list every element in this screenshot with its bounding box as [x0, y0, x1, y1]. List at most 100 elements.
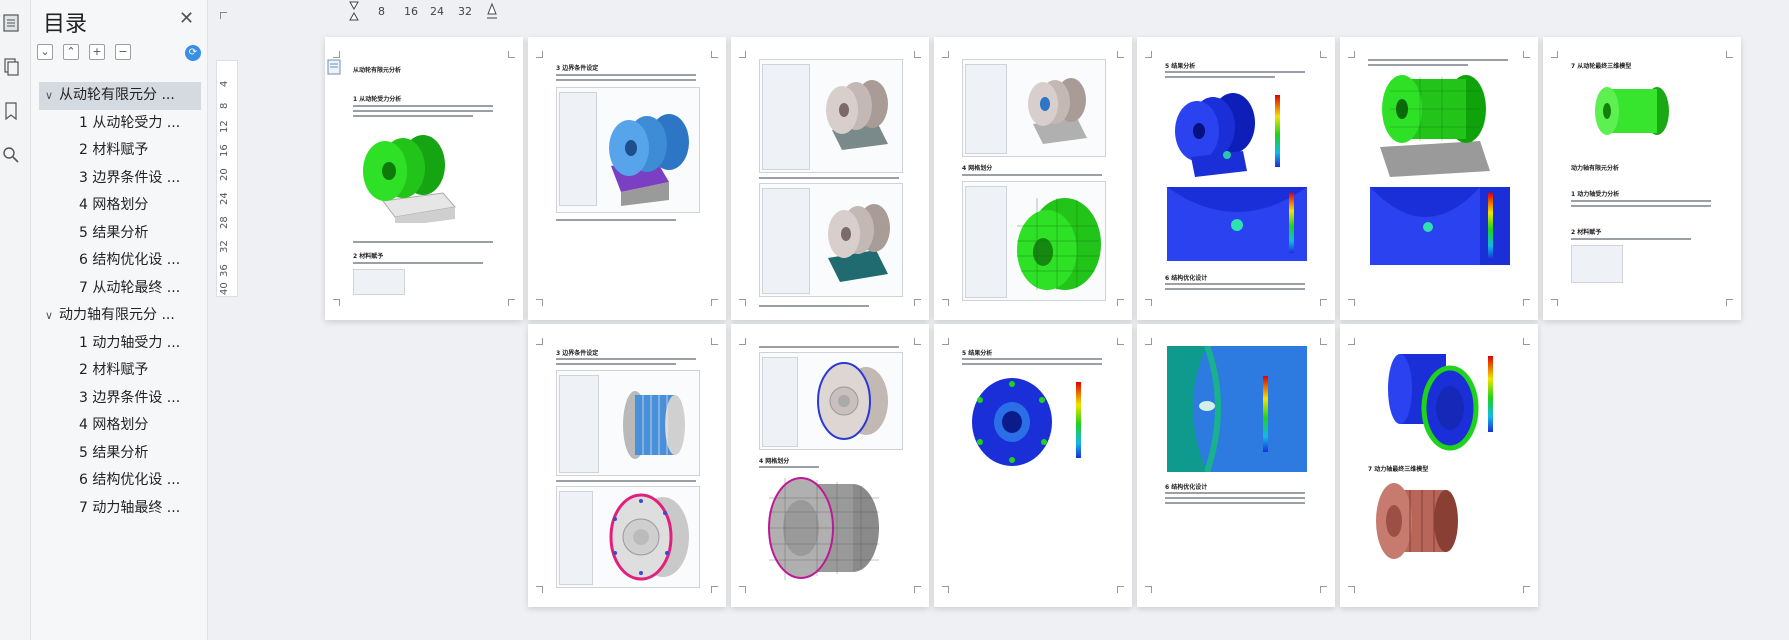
- toc-item[interactable]: 2 材料赋予: [39, 357, 201, 385]
- ruler-tick-label: 12: [219, 120, 230, 133]
- bookmark-icon[interactable]: [0, 100, 22, 122]
- chevron-down-icon[interactable]: ∨: [45, 302, 59, 330]
- toc-item-driven-wheel[interactable]: ∨ 从动轮有限元分 ...: [39, 82, 201, 110]
- page-heading: 3 边界条件设定: [556, 65, 599, 72]
- driven-wheel-final-model-image: [1595, 87, 1669, 135]
- toc-item[interactable]: 4 网格划分: [39, 412, 201, 440]
- toc-item[interactable]: 5 结果分析: [39, 220, 201, 248]
- optimized-stress-image: [1370, 187, 1510, 265]
- document-page[interactable]: 5 结果分析 6 结构优化设计: [1137, 37, 1335, 320]
- toc-title: 目录: [43, 12, 88, 37]
- section-heading: 4 网格划分: [759, 458, 790, 465]
- left-icon-rail: [0, 0, 31, 640]
- ruler-tick-label: 4: [219, 80, 230, 87]
- section-heading: 7 动力轴最终三维模型: [1368, 466, 1429, 473]
- add-heading-icon[interactable]: +: [89, 44, 105, 60]
- optimized-mesh-image: [1380, 75, 1490, 177]
- shaft-stress-detail-image: [1167, 346, 1307, 472]
- shaft-stress-result-image: [972, 378, 1081, 466]
- page-heading: 7 从动轮最终三维模型: [1571, 63, 1632, 70]
- document-page[interactable]: 7 从动轮最终三维模型 动力轴有限元分析 1 动力轴受力分析 2 材料赋予: [1543, 37, 1741, 320]
- fixture-model-image: [826, 80, 888, 150]
- ruler-tick-label: 8: [219, 102, 230, 109]
- document-page[interactable]: 3 边界条件设定: [528, 324, 726, 607]
- document-page[interactable]: [1340, 37, 1538, 320]
- document-page[interactable]: [731, 37, 929, 320]
- toc-item[interactable]: 5 结果分析: [39, 440, 201, 468]
- driven-wheel-model-image: [363, 135, 456, 223]
- toc-item[interactable]: 3 边界条件设 ...: [39, 385, 201, 413]
- toc-toolbar: ⌄ ⌃ + − ⟳: [37, 44, 205, 62]
- document-page[interactable]: 4 网格划分: [731, 324, 929, 607]
- ruler-tick-label: 24: [430, 5, 444, 18]
- toc-item[interactable]: 7 从动轮最终 ...: [39, 275, 201, 303]
- ruler-tick-label: 32: [458, 5, 472, 18]
- shaft-mesh-image: [768, 477, 879, 580]
- sync-icon[interactable]: ⟳: [185, 45, 201, 61]
- document-page[interactable]: 6 结构优化设计: [1137, 324, 1335, 607]
- section-heading: 1 从动轮受力分析: [353, 96, 402, 103]
- document-page[interactable]: 从动轮有限元分析 1 从动轮受力分析 2 材料赋予: [325, 37, 523, 320]
- ruler-tick-label: 16: [219, 144, 230, 157]
- horizontal-ruler[interactable]: 8 16 24 32: [348, 0, 508, 22]
- page-heading: 从动轮有限元分析: [353, 67, 402, 74]
- shaft-load-image: [609, 493, 689, 581]
- power-shaft-final-model-image: [1376, 483, 1458, 559]
- section-heading: 2 材料赋予: [1571, 229, 1602, 236]
- document-page[interactable]: 5 结果分析: [934, 324, 1132, 607]
- right-indent-marker-icon[interactable]: [486, 0, 498, 24]
- close-icon[interactable]: ✕: [179, 10, 194, 28]
- page-comment-icon[interactable]: [327, 59, 341, 75]
- toc-panel: 目录 ✕ ⌄ ⌃ + − ⟳ ∨ 从动轮有限元分 ... 1 从动轮受力 ... …: [31, 0, 208, 640]
- load-model-image: [828, 204, 890, 282]
- section-heading: 1 动力轴受力分析: [1571, 191, 1620, 198]
- stress-detail-image: [1167, 187, 1307, 261]
- page-heading: 5 结果分析: [962, 350, 993, 357]
- shaft-fixture-image: [817, 362, 888, 440]
- green-mesh-image: [1017, 198, 1101, 290]
- document-page[interactable]: 3 边界条件设定: [528, 37, 726, 320]
- vertical-ruler[interactable]: 4 8 12 16 20 24 28 32 36 40: [216, 60, 238, 297]
- ruler-tick-label: 36: [219, 264, 230, 277]
- boundary-condition-model-image: [609, 114, 689, 206]
- toc-item[interactable]: 6 结构优化设 ...: [39, 247, 201, 275]
- ruler-tick-label: 32: [219, 240, 230, 253]
- page-heading: 3 边界条件设定: [556, 350, 599, 357]
- ruler-tick-label: 8: [378, 5, 385, 18]
- toc-item[interactable]: 6 结构优化设 ...: [39, 467, 201, 495]
- shaft-boundary-image: [623, 391, 685, 459]
- toc-item[interactable]: 1 动力轴受力 ...: [39, 330, 201, 358]
- document-page[interactable]: 7 动力轴最终三维模型: [1340, 324, 1538, 607]
- ruler-tick-label: 20: [219, 168, 230, 181]
- toc-item[interactable]: 3 边界条件设 ...: [39, 165, 201, 193]
- section-heading: 6 结构优化设计: [1165, 275, 1208, 282]
- remove-heading-icon[interactable]: −: [115, 44, 131, 60]
- ruler-tick-label: 24: [219, 192, 230, 205]
- search-icon[interactable]: [0, 144, 22, 166]
- optimized-shaft-result-image: [1388, 354, 1493, 451]
- collapse-all-icon[interactable]: ⌃: [63, 44, 79, 60]
- section-heading: 2 材料赋予: [353, 253, 384, 260]
- mesh-setup-model-image: [1028, 78, 1087, 144]
- section-heading: 4 网格划分: [962, 165, 993, 172]
- ruler-corner: [220, 12, 227, 19]
- chevron-down-icon[interactable]: ∨: [45, 82, 59, 110]
- toc-item-power-shaft[interactable]: ∨ 动力轴有限元分 ...: [39, 302, 201, 330]
- toc-list: ∨ 从动轮有限元分 ... 1 从动轮受力 ... 2 材料赋予 3 边界条件设 …: [39, 82, 201, 522]
- toc-item[interactable]: 7 动力轴最终 ...: [39, 495, 201, 523]
- toc-panel-icon[interactable]: [0, 12, 22, 34]
- ruler-tick-label: 16: [404, 5, 418, 18]
- document-page[interactable]: 4 网格划分: [934, 37, 1132, 320]
- toc-item[interactable]: 4 网格划分: [39, 192, 201, 220]
- section-heading: 6 结构优化设计: [1165, 484, 1208, 491]
- expand-all-icon[interactable]: ⌄: [37, 44, 53, 60]
- section-heading: 动力轴有限元分析: [1571, 165, 1620, 172]
- pages-icon[interactable]: [0, 56, 22, 78]
- toc-item[interactable]: 1 从动轮受力 ...: [39, 110, 201, 138]
- toc-item[interactable]: 2 材料赋予: [39, 137, 201, 165]
- stress-result-image: [1175, 93, 1280, 177]
- left-indent-marker-icon[interactable]: [348, 0, 360, 24]
- ruler-tick-label: 28: [219, 216, 230, 229]
- page-heading: 5 结果分析: [1165, 63, 1196, 70]
- ruler-tick-label: 40: [219, 282, 230, 295]
